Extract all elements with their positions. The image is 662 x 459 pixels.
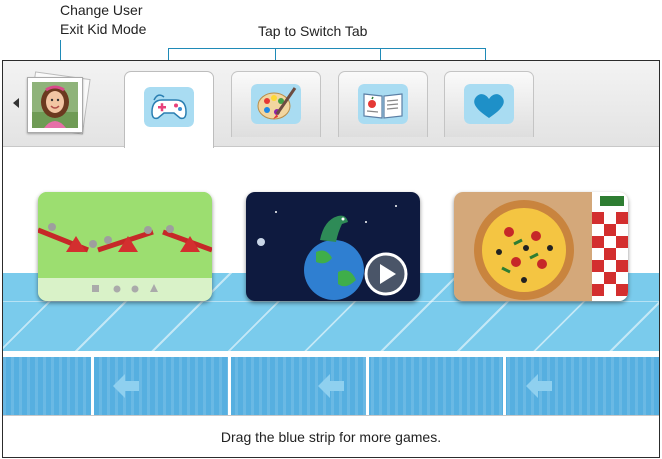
switch-tab-callout: Tap to Switch Tab [258, 23, 368, 39]
dinosaur-earth-video [246, 192, 420, 301]
game-card-dinosaur[interactable] [246, 192, 420, 301]
palette-icon [251, 84, 301, 124]
game-card-pizza[interactable] [454, 192, 628, 301]
user-photo-avatar [27, 77, 83, 133]
pizza-game [454, 192, 628, 301]
kid-mode-screen: Drag the blue strip for more games. [2, 60, 660, 458]
avatar-photo [32, 82, 78, 128]
change-user-label: Change User [60, 2, 143, 18]
back-arrow-icon[interactable] [13, 98, 19, 108]
footer-hint: Drag the blue strip for more games. [3, 415, 659, 457]
tab-books[interactable] [338, 71, 428, 137]
left-arrow-icon [318, 374, 344, 398]
tab-games[interactable] [124, 71, 214, 148]
tab-favorites[interactable] [444, 71, 534, 137]
change-user-button[interactable] [25, 71, 91, 135]
exit-kid-mode-label: Exit Kid Mode [60, 21, 147, 37]
footer-hint-text: Drag the blue strip for more games. [220, 429, 442, 445]
game-card-seesaw[interactable] [38, 192, 212, 301]
heart-icon [464, 84, 514, 124]
gamepad-icon [144, 87, 194, 127]
left-arrow-icon [113, 374, 139, 398]
tab-bar [3, 61, 659, 148]
tab-art[interactable] [231, 71, 321, 137]
book-icon [358, 84, 408, 124]
seesaw-balance-game [38, 192, 212, 301]
callout-line-tab-horizontal [168, 48, 485, 49]
left-arrow-icon [526, 374, 552, 398]
change-user-callout: Change User Exit Kid Mode [60, 1, 146, 39]
